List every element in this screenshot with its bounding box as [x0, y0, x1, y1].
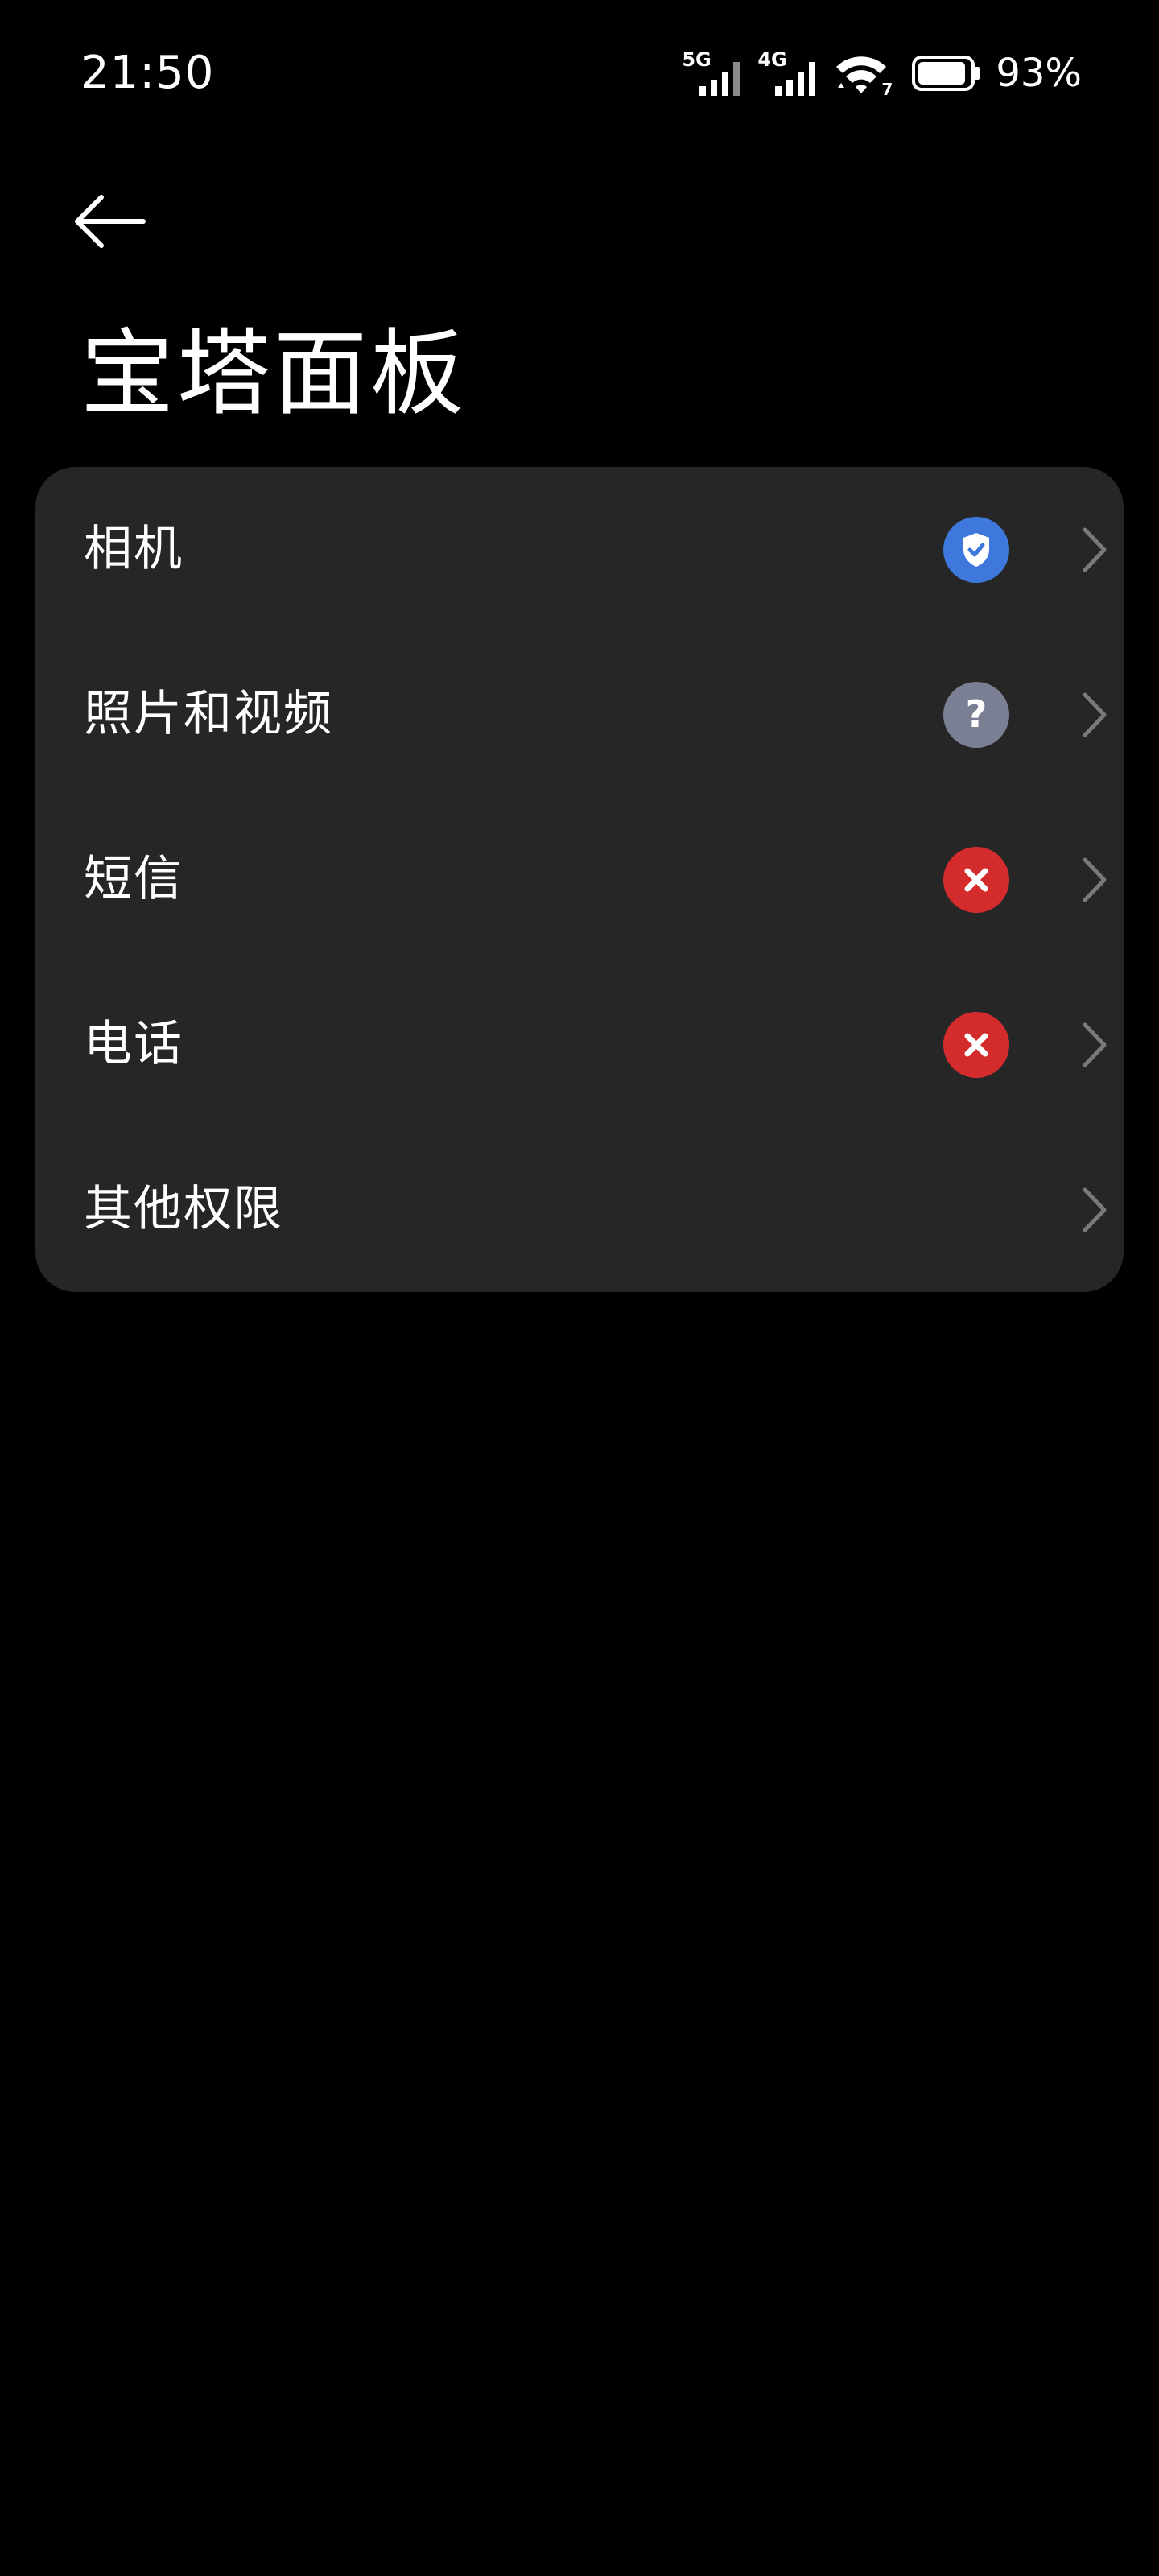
permission-label: 照片和视频	[84, 686, 333, 742]
signal-4g-icon: 4G	[757, 49, 822, 97]
permission-label: 电话	[84, 1016, 184, 1072]
chevron-right-icon	[1083, 692, 1107, 737]
permission-label: 相机	[84, 521, 184, 577]
status-bar: 21:50 5G 4G 7 93%	[0, 0, 1159, 145]
question-icon: ?	[943, 682, 1009, 748]
permission-row-camera[interactable]: 相机	[35, 467, 1124, 632]
close-icon	[943, 1012, 1009, 1078]
permission-row-photos-videos[interactable]: 照片和视频 ?	[35, 632, 1124, 797]
battery-percent: 93%	[996, 51, 1082, 96]
back-arrow-icon	[75, 195, 146, 248]
chevron-right-icon	[1083, 1187, 1107, 1232]
page-title: 宝塔面板	[80, 320, 467, 428]
status-time: 21:50	[80, 47, 215, 99]
status-icons: 5G 4G 7 93%	[682, 45, 1082, 101]
permission-label: 短信	[84, 851, 184, 907]
permissions-card: 相机 照片和视频 ? 短信 电话 其他权限	[35, 467, 1124, 1292]
wifi-label: 7	[881, 80, 893, 99]
permission-row-other[interactable]: 其他权限	[35, 1127, 1124, 1292]
permission-row-sms[interactable]: 短信	[35, 797, 1124, 962]
permission-label: 其他权限	[84, 1181, 283, 1237]
chevron-right-icon	[1083, 527, 1107, 572]
chevron-right-icon	[1083, 1022, 1107, 1067]
battery-icon	[912, 49, 981, 97]
svg-text:?: ?	[966, 692, 988, 736]
chevron-right-icon	[1083, 857, 1107, 902]
close-icon	[943, 847, 1009, 913]
shield-check-icon	[943, 517, 1009, 583]
permission-row-phone[interactable]: 电话	[35, 962, 1124, 1127]
back-button[interactable]	[72, 177, 161, 266]
signal-5g-icon: 5G	[682, 49, 746, 97]
wifi-icon: 7	[833, 49, 893, 97]
